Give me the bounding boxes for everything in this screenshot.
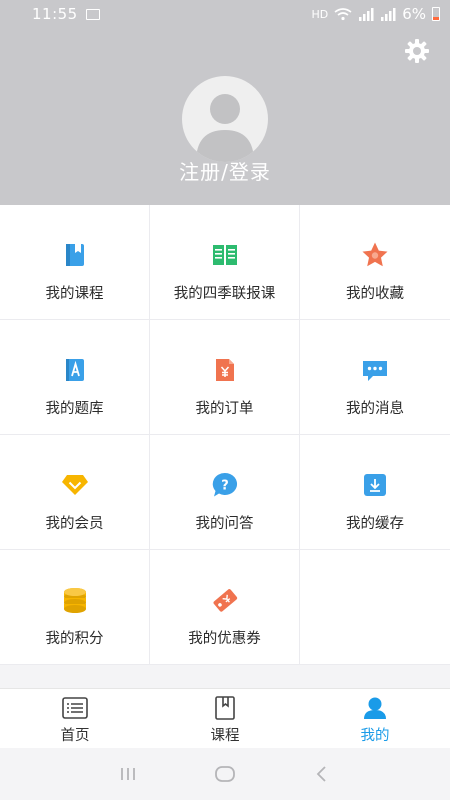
bottom-tab-bar: 首页 课程 我的 <box>0 688 450 748</box>
message-icon <box>361 356 389 384</box>
default-avatar-icon <box>196 94 254 162</box>
image-notification-icon <box>85 8 100 20</box>
grid-item-coupons[interactable]: 我的优惠券 <box>150 550 300 665</box>
system-nav-bar <box>0 748 450 800</box>
profile-icon <box>364 697 386 719</box>
grid-item-qa[interactable]: ? 我的问答 <box>150 435 300 550</box>
member-diamond-icon <box>61 471 89 499</box>
tab-label: 我的 <box>360 728 390 744</box>
grid-item-label: 我的消息 <box>346 401 404 417</box>
grid-item-label: 我的订单 <box>195 401 254 417</box>
back-icon[interactable] <box>310 764 334 784</box>
course-book-icon <box>215 696 235 720</box>
grid-item-messages[interactable]: 我的消息 <box>300 320 450 435</box>
grid-item-label: 我的会员 <box>45 516 104 532</box>
grid-item-points[interactable]: 我的积分 <box>0 550 150 665</box>
grid-empty-cell <box>300 550 450 665</box>
feature-grid: 我的课程 我的四季联报课 我的收藏 我的题库 我的订单 我的消息 我的会员 ? … <box>0 205 450 665</box>
home-list-icon <box>62 697 88 719</box>
coupon-icon <box>211 586 239 614</box>
grid-item-label: 我的收藏 <box>346 286 404 302</box>
grid-item-label: 我的四季联报课 <box>173 286 276 302</box>
grid-item-season-courses[interactable]: 我的四季联报课 <box>150 205 300 320</box>
tab-mine[interactable]: 我的 <box>300 689 450 748</box>
status-indicators: HD 6% <box>311 5 440 23</box>
status-bar: 11:55 HD 6% <box>0 0 450 28</box>
svg-text:?: ? <box>221 479 229 494</box>
download-cache-icon <box>361 471 389 499</box>
question-bank-icon <box>61 356 89 384</box>
open-book-icon <box>211 241 239 269</box>
settings-gear-icon[interactable] <box>404 38 430 64</box>
grid-item-my-courses[interactable]: 我的课程 <box>0 205 150 320</box>
wifi-icon <box>334 8 352 21</box>
star-icon <box>361 241 389 269</box>
book-icon <box>61 241 89 269</box>
home-button-icon[interactable] <box>213 764 237 784</box>
avatar[interactable] <box>182 76 268 162</box>
profile-header: 注册/登录 <box>0 28 450 205</box>
signal-icon <box>359 7 374 21</box>
status-time: 11:55 <box>32 5 78 23</box>
hd-indicator: HD <box>311 7 329 21</box>
order-icon <box>211 356 239 384</box>
grid-item-cache[interactable]: 我的缓存 <box>300 435 450 550</box>
grid-item-label: 我的缓存 <box>346 516 404 532</box>
grid-item-label: 我的问答 <box>195 516 254 532</box>
coins-icon <box>61 586 89 614</box>
tab-label: 首页 <box>60 728 90 744</box>
grid-item-orders[interactable]: 我的订单 <box>150 320 300 435</box>
grid-item-label: 我的题库 <box>45 401 104 417</box>
grid-item-label: 我的优惠券 <box>188 631 261 647</box>
grid-item-label: 我的积分 <box>45 631 104 647</box>
battery-icon <box>432 7 440 21</box>
tab-courses[interactable]: 课程 <box>150 689 300 748</box>
battery-percent: 6% <box>402 5 426 23</box>
recent-apps-icon[interactable] <box>116 764 140 784</box>
grid-item-favorites[interactable]: 我的收藏 <box>300 205 450 320</box>
grid-item-label: 我的课程 <box>45 286 104 302</box>
qa-icon: ? <box>211 471 239 499</box>
tab-label: 课程 <box>210 728 240 744</box>
login-register-link[interactable]: 注册/登录 <box>0 156 450 185</box>
tab-home[interactable]: 首页 <box>0 689 150 748</box>
grid-item-membership[interactable]: 我的会员 <box>0 435 150 550</box>
grid-item-question-bank[interactable]: 我的题库 <box>0 320 150 435</box>
signal-4g-icon <box>381 7 396 21</box>
